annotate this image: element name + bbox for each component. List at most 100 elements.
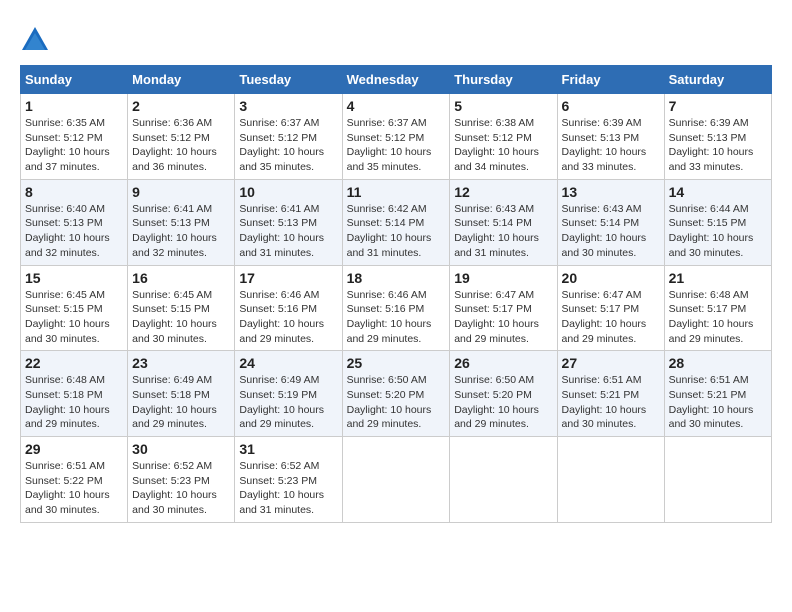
day-info: Sunrise: 6:50 AMSunset: 5:20 PMDaylight:… bbox=[347, 374, 432, 430]
page-header bbox=[20, 20, 772, 55]
calendar-week-row: 1 Sunrise: 6:35 AMSunset: 5:12 PMDayligh… bbox=[21, 94, 772, 180]
day-info: Sunrise: 6:38 AMSunset: 5:12 PMDaylight:… bbox=[454, 117, 539, 173]
day-number: 23 bbox=[132, 355, 230, 371]
day-info: Sunrise: 6:39 AMSunset: 5:13 PMDaylight:… bbox=[562, 117, 647, 173]
calendar-cell: 20 Sunrise: 6:47 AMSunset: 5:17 PMDaylig… bbox=[557, 265, 664, 351]
day-info: Sunrise: 6:48 AMSunset: 5:17 PMDaylight:… bbox=[669, 289, 754, 345]
day-info: Sunrise: 6:37 AMSunset: 5:12 PMDaylight:… bbox=[347, 117, 432, 173]
calendar-cell bbox=[664, 437, 771, 523]
day-number: 4 bbox=[347, 98, 446, 114]
calendar-cell: 6 Sunrise: 6:39 AMSunset: 5:13 PMDayligh… bbox=[557, 94, 664, 180]
day-number: 25 bbox=[347, 355, 446, 371]
day-info: Sunrise: 6:46 AMSunset: 5:16 PMDaylight:… bbox=[347, 289, 432, 345]
calendar-cell: 2 Sunrise: 6:36 AMSunset: 5:12 PMDayligh… bbox=[128, 94, 235, 180]
calendar-cell: 10 Sunrise: 6:41 AMSunset: 5:13 PMDaylig… bbox=[235, 179, 342, 265]
calendar-cell: 25 Sunrise: 6:50 AMSunset: 5:20 PMDaylig… bbox=[342, 351, 450, 437]
day-number: 29 bbox=[25, 441, 123, 457]
day-info: Sunrise: 6:49 AMSunset: 5:18 PMDaylight:… bbox=[132, 374, 217, 430]
day-number: 26 bbox=[454, 355, 552, 371]
day-info: Sunrise: 6:52 AMSunset: 5:23 PMDaylight:… bbox=[132, 460, 217, 516]
calendar-week-row: 22 Sunrise: 6:48 AMSunset: 5:18 PMDaylig… bbox=[21, 351, 772, 437]
weekday-header-sunday: Sunday bbox=[21, 66, 128, 94]
day-number: 1 bbox=[25, 98, 123, 114]
day-number: 19 bbox=[454, 270, 552, 286]
day-info: Sunrise: 6:37 AMSunset: 5:12 PMDaylight:… bbox=[239, 117, 324, 173]
day-number: 21 bbox=[669, 270, 767, 286]
day-number: 6 bbox=[562, 98, 660, 114]
calendar-cell: 12 Sunrise: 6:43 AMSunset: 5:14 PMDaylig… bbox=[450, 179, 557, 265]
day-number: 20 bbox=[562, 270, 660, 286]
logo bbox=[20, 25, 54, 55]
weekday-header-monday: Monday bbox=[128, 66, 235, 94]
calendar-cell: 19 Sunrise: 6:47 AMSunset: 5:17 PMDaylig… bbox=[450, 265, 557, 351]
day-number: 11 bbox=[347, 184, 446, 200]
calendar-cell: 16 Sunrise: 6:45 AMSunset: 5:15 PMDaylig… bbox=[128, 265, 235, 351]
day-info: Sunrise: 6:35 AMSunset: 5:12 PMDaylight:… bbox=[25, 117, 110, 173]
day-number: 24 bbox=[239, 355, 337, 371]
day-info: Sunrise: 6:48 AMSunset: 5:18 PMDaylight:… bbox=[25, 374, 110, 430]
day-info: Sunrise: 6:40 AMSunset: 5:13 PMDaylight:… bbox=[25, 203, 110, 259]
calendar-table: SundayMondayTuesdayWednesdayThursdayFrid… bbox=[20, 65, 772, 523]
day-info: Sunrise: 6:45 AMSunset: 5:15 PMDaylight:… bbox=[132, 289, 217, 345]
day-info: Sunrise: 6:44 AMSunset: 5:15 PMDaylight:… bbox=[669, 203, 754, 259]
day-info: Sunrise: 6:39 AMSunset: 5:13 PMDaylight:… bbox=[669, 117, 754, 173]
day-info: Sunrise: 6:49 AMSunset: 5:19 PMDaylight:… bbox=[239, 374, 324, 430]
day-number: 18 bbox=[347, 270, 446, 286]
day-number: 30 bbox=[132, 441, 230, 457]
day-info: Sunrise: 6:43 AMSunset: 5:14 PMDaylight:… bbox=[562, 203, 647, 259]
day-number: 15 bbox=[25, 270, 123, 286]
weekday-header-row: SundayMondayTuesdayWednesdayThursdayFrid… bbox=[21, 66, 772, 94]
calendar-cell: 18 Sunrise: 6:46 AMSunset: 5:16 PMDaylig… bbox=[342, 265, 450, 351]
logo-icon bbox=[20, 25, 50, 55]
calendar-cell bbox=[342, 437, 450, 523]
calendar-cell: 14 Sunrise: 6:44 AMSunset: 5:15 PMDaylig… bbox=[664, 179, 771, 265]
day-number: 31 bbox=[239, 441, 337, 457]
day-info: Sunrise: 6:36 AMSunset: 5:12 PMDaylight:… bbox=[132, 117, 217, 173]
day-info: Sunrise: 6:50 AMSunset: 5:20 PMDaylight:… bbox=[454, 374, 539, 430]
day-number: 9 bbox=[132, 184, 230, 200]
calendar-cell bbox=[450, 437, 557, 523]
weekday-header-thursday: Thursday bbox=[450, 66, 557, 94]
weekday-header-saturday: Saturday bbox=[664, 66, 771, 94]
day-number: 8 bbox=[25, 184, 123, 200]
calendar-cell: 5 Sunrise: 6:38 AMSunset: 5:12 PMDayligh… bbox=[450, 94, 557, 180]
calendar-cell: 27 Sunrise: 6:51 AMSunset: 5:21 PMDaylig… bbox=[557, 351, 664, 437]
day-info: Sunrise: 6:52 AMSunset: 5:23 PMDaylight:… bbox=[239, 460, 324, 516]
calendar-cell: 7 Sunrise: 6:39 AMSunset: 5:13 PMDayligh… bbox=[664, 94, 771, 180]
day-number: 28 bbox=[669, 355, 767, 371]
day-number: 13 bbox=[562, 184, 660, 200]
calendar-header: SundayMondayTuesdayWednesdayThursdayFrid… bbox=[21, 66, 772, 94]
calendar-week-row: 15 Sunrise: 6:45 AMSunset: 5:15 PMDaylig… bbox=[21, 265, 772, 351]
calendar-cell bbox=[557, 437, 664, 523]
day-number: 2 bbox=[132, 98, 230, 114]
day-number: 22 bbox=[25, 355, 123, 371]
day-info: Sunrise: 6:47 AMSunset: 5:17 PMDaylight:… bbox=[562, 289, 647, 345]
calendar-cell: 8 Sunrise: 6:40 AMSunset: 5:13 PMDayligh… bbox=[21, 179, 128, 265]
calendar-cell: 21 Sunrise: 6:48 AMSunset: 5:17 PMDaylig… bbox=[664, 265, 771, 351]
day-info: Sunrise: 6:45 AMSunset: 5:15 PMDaylight:… bbox=[25, 289, 110, 345]
calendar-week-row: 29 Sunrise: 6:51 AMSunset: 5:22 PMDaylig… bbox=[21, 437, 772, 523]
calendar-cell: 3 Sunrise: 6:37 AMSunset: 5:12 PMDayligh… bbox=[235, 94, 342, 180]
calendar-cell: 13 Sunrise: 6:43 AMSunset: 5:14 PMDaylig… bbox=[557, 179, 664, 265]
day-number: 7 bbox=[669, 98, 767, 114]
day-info: Sunrise: 6:43 AMSunset: 5:14 PMDaylight:… bbox=[454, 203, 539, 259]
calendar-body: 1 Sunrise: 6:35 AMSunset: 5:12 PMDayligh… bbox=[21, 94, 772, 523]
calendar-cell: 15 Sunrise: 6:45 AMSunset: 5:15 PMDaylig… bbox=[21, 265, 128, 351]
day-info: Sunrise: 6:41 AMSunset: 5:13 PMDaylight:… bbox=[239, 203, 324, 259]
calendar-cell: 23 Sunrise: 6:49 AMSunset: 5:18 PMDaylig… bbox=[128, 351, 235, 437]
calendar-cell: 29 Sunrise: 6:51 AMSunset: 5:22 PMDaylig… bbox=[21, 437, 128, 523]
calendar-cell: 24 Sunrise: 6:49 AMSunset: 5:19 PMDaylig… bbox=[235, 351, 342, 437]
calendar-cell: 22 Sunrise: 6:48 AMSunset: 5:18 PMDaylig… bbox=[21, 351, 128, 437]
calendar-cell: 1 Sunrise: 6:35 AMSunset: 5:12 PMDayligh… bbox=[21, 94, 128, 180]
day-number: 27 bbox=[562, 355, 660, 371]
day-number: 10 bbox=[239, 184, 337, 200]
day-info: Sunrise: 6:51 AMSunset: 5:21 PMDaylight:… bbox=[669, 374, 754, 430]
calendar-cell: 4 Sunrise: 6:37 AMSunset: 5:12 PMDayligh… bbox=[342, 94, 450, 180]
calendar-cell: 28 Sunrise: 6:51 AMSunset: 5:21 PMDaylig… bbox=[664, 351, 771, 437]
day-info: Sunrise: 6:51 AMSunset: 5:21 PMDaylight:… bbox=[562, 374, 647, 430]
day-info: Sunrise: 6:42 AMSunset: 5:14 PMDaylight:… bbox=[347, 203, 432, 259]
weekday-header-friday: Friday bbox=[557, 66, 664, 94]
day-info: Sunrise: 6:41 AMSunset: 5:13 PMDaylight:… bbox=[132, 203, 217, 259]
day-number: 14 bbox=[669, 184, 767, 200]
day-info: Sunrise: 6:46 AMSunset: 5:16 PMDaylight:… bbox=[239, 289, 324, 345]
